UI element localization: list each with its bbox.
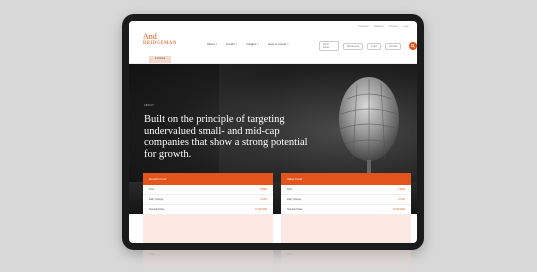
reflection-card: Price <box>281 250 411 272</box>
card-row: Daily Change 0.10% <box>143 195 273 205</box>
nav-item-label: Insights <box>246 42 257 46</box>
hero-headline: Built on the principle of targeting unde… <box>144 114 308 160</box>
card-footer <box>281 215 411 243</box>
card-header[interactable]: Growth Fund <box>143 173 273 185</box>
chevron-down-icon: ▾ <box>287 42 289 46</box>
main-nav: About▾ Funds▾ Insights▾ How to invest▾ <box>207 42 289 46</box>
top-utility-bar: Investors Advisers Contact Login <box>358 25 409 28</box>
utility-buttons: Fund prices Documents Login Contact <box>319 41 417 51</box>
row-value: 1.0850 <box>259 188 267 191</box>
row-value: 0.10% <box>260 198 267 201</box>
card-row: Standard Date 01.09.2024 <box>281 205 411 215</box>
tablet-frame: Investors Advisers Contact Login And BRI… <box>122 14 424 250</box>
reflection-row: Price <box>149 253 155 256</box>
row-label: Daily Change <box>149 198 164 201</box>
row-value: 1.4625 <box>397 188 405 191</box>
card-row: Standard Date 01.09.2024 <box>143 205 273 215</box>
nav-item-label: About <box>207 42 215 46</box>
nav-item-about[interactable]: About▾ <box>207 42 217 46</box>
chevron-down-icon: ▾ <box>257 42 260 46</box>
row-value: 01.09.2024 <box>393 208 405 211</box>
nav-item-label: Funds <box>226 42 235 46</box>
card-footer <box>143 215 273 243</box>
chevron-down-icon: ▾ <box>235 42 238 46</box>
nav-item-how-to-invest[interactable]: How to invest▾ <box>268 42 289 46</box>
reflection-card: Price <box>143 250 273 272</box>
audience-subnav: Individual <box>149 56 172 63</box>
tablet-reflection: Price Price <box>122 250 424 272</box>
tab-individual[interactable]: Individual <box>149 56 172 63</box>
card-row: Price 1.0850 <box>143 185 273 195</box>
row-label: Daily Change <box>287 198 302 201</box>
topbar-link-contact[interactable]: Contact <box>389 25 398 28</box>
documents-button[interactable]: Documents <box>343 42 364 50</box>
site-logo[interactable]: And BRIDGEMAN <box>143 32 177 47</box>
hero-eyebrow: ABOUT <box>144 104 155 107</box>
search-icon <box>411 44 415 48</box>
row-label: Standard Date <box>287 208 303 211</box>
topbar-link-investors[interactable]: Investors <box>358 25 369 28</box>
card-title: Growth Fund <box>149 177 167 181</box>
card-row: Price 1.4625 <box>281 185 411 195</box>
chevron-down-icon: ▾ <box>215 42 218 46</box>
reflection-row: Price <box>287 253 293 256</box>
logo-line-2: BRIDGEMAN <box>143 41 177 46</box>
site-header: Investors Advisers Contact Login And BRI… <box>129 21 417 63</box>
row-value: 0.12% <box>398 198 405 201</box>
fund-prices-button[interactable]: Fund prices <box>319 41 340 51</box>
nav-item-funds[interactable]: Funds▾ <box>226 42 237 46</box>
login-button[interactable]: Login <box>367 42 382 50</box>
tablet-screen: Investors Advisers Contact Login And BRI… <box>129 21 417 243</box>
sculpture-image <box>339 77 399 178</box>
nav-item-label: How to invest <box>268 42 287 46</box>
card-header[interactable]: Value Fund <box>281 173 411 185</box>
nav-item-insights[interactable]: Insights▾ <box>246 42 259 46</box>
card-title: Value Fund <box>287 177 303 181</box>
row-value: 01.09.2024 <box>255 208 267 211</box>
card-row: Daily Change 0.12% <box>281 195 411 205</box>
logo-line-1: And <box>143 32 157 41</box>
row-label: Standard Date <box>149 208 165 211</box>
fund-card-growth: Growth Fund Price 1.0850 Daily Change 0.… <box>143 173 273 243</box>
topbar-link-advisers[interactable]: Advisers <box>374 25 384 28</box>
row-label: Price <box>149 188 155 191</box>
search-button[interactable] <box>409 42 417 50</box>
row-label: Price <box>287 188 293 191</box>
contact-button[interactable]: Contact <box>385 42 402 50</box>
fund-card-value: Value Fund Price 1.4625 Daily Change 0.1… <box>281 173 411 243</box>
topbar-link-login[interactable]: Login <box>403 25 409 28</box>
